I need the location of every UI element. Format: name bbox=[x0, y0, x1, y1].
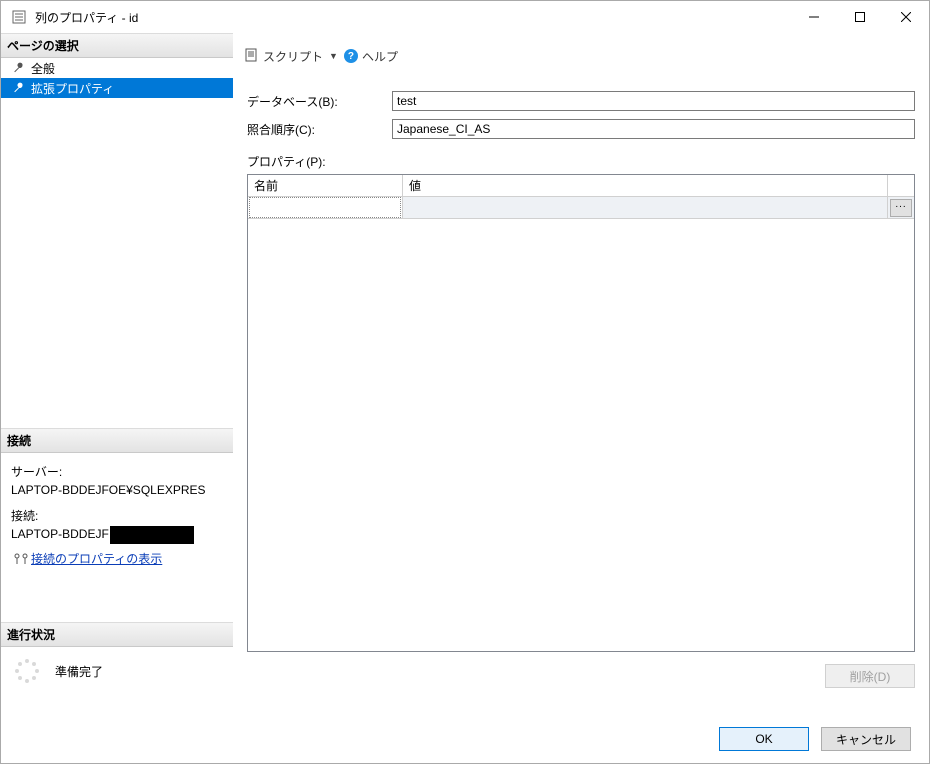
collation-label: 照合順序(C): bbox=[247, 121, 392, 138]
sidebar-item-general[interactable]: 全般 bbox=[1, 58, 233, 78]
progress-header: 進行状況 bbox=[1, 622, 233, 647]
wrench-icon bbox=[11, 82, 27, 94]
chevron-down-icon: ▼ bbox=[329, 51, 338, 61]
help-button[interactable]: ? ヘルプ bbox=[344, 48, 398, 65]
grid-col-name[interactable]: 名前 bbox=[248, 175, 403, 197]
delete-button: 削除(D) bbox=[825, 664, 915, 688]
view-connection-properties-link[interactable]: 接続のプロパティの表示 bbox=[31, 550, 162, 568]
page-select-header: ページの選択 bbox=[1, 33, 233, 58]
sidebar: ページの選択 全般 拡張プロパティ 接続 サーバー: bbox=[1, 33, 233, 715]
grid-header: 名前 値 bbox=[248, 175, 914, 197]
collation-row: 照合順序(C): bbox=[247, 119, 915, 139]
grid-col-spacer bbox=[888, 175, 914, 197]
database-label: データベース(B): bbox=[247, 93, 392, 110]
database-row: データベース(B): bbox=[247, 91, 915, 111]
dialog-window: 列のプロパティ - id ページの選択 全般 bbox=[0, 0, 930, 764]
main-panel: スクリプト ▼ ? ヘルプ データベース(B): 照合順序(C): プロパティ(… bbox=[233, 33, 929, 715]
progress-panel: 準備完了 bbox=[1, 647, 233, 715]
connection-props-icon bbox=[11, 553, 31, 565]
script-icon bbox=[245, 48, 259, 65]
connection-value: LAPTOP-BDDEJF bbox=[11, 525, 225, 544]
collation-field[interactable] bbox=[392, 119, 915, 139]
database-field[interactable] bbox=[392, 91, 915, 111]
connection-header: 接続 bbox=[1, 428, 233, 453]
titlebar: 列のプロパティ - id bbox=[1, 1, 929, 33]
view-connection-properties-row: 接続のプロパティの表示 bbox=[11, 550, 225, 568]
help-label: ヘルプ bbox=[362, 48, 398, 65]
grid-row[interactable]: ... bbox=[248, 197, 914, 219]
properties-grid[interactable]: 名前 値 ... bbox=[247, 174, 915, 652]
grid-col-value[interactable]: 値 bbox=[403, 175, 888, 197]
name-edit-cell[interactable] bbox=[249, 197, 401, 218]
connection-panel: サーバー: LAPTOP-BDDEJFOE¥SQLEXPRES 接続: LAPT… bbox=[1, 453, 233, 572]
sidebar-item-label: 全般 bbox=[31, 60, 55, 77]
content-area: ページの選択 全般 拡張プロパティ 接続 サーバー: bbox=[1, 33, 929, 715]
server-label: サーバー: bbox=[11, 463, 225, 481]
toolbar: スクリプト ▼ ? ヘルプ bbox=[233, 33, 929, 75]
progress-status: 準備完了 bbox=[55, 663, 103, 680]
dialog-footer: OK キャンセル bbox=[1, 715, 929, 763]
server-value: LAPTOP-BDDEJFOE¥SQLEXPRES bbox=[11, 481, 225, 499]
sidebar-item-label: 拡張プロパティ bbox=[31, 80, 114, 97]
connection-value-prefix: LAPTOP-BDDEJF bbox=[11, 527, 109, 541]
wrench-icon bbox=[11, 62, 27, 74]
ok-button[interactable]: OK bbox=[719, 727, 809, 751]
grid-cell-name[interactable] bbox=[248, 197, 403, 219]
script-label: スクリプト bbox=[263, 48, 323, 65]
grid-cell-action: ... bbox=[888, 197, 914, 219]
page-list: 全般 拡張プロパティ bbox=[1, 58, 233, 98]
connection-label: 接続: bbox=[11, 507, 225, 525]
ellipsis-button[interactable]: ... bbox=[890, 199, 912, 217]
help-icon: ? bbox=[344, 49, 358, 63]
grid-cell-value[interactable] bbox=[403, 197, 888, 219]
form-area: データベース(B): 照合順序(C): プロパティ(P): 名前 値 bbox=[233, 75, 929, 652]
minimize-button[interactable] bbox=[791, 1, 837, 33]
script-dropdown[interactable]: スクリプト ▼ bbox=[245, 48, 338, 65]
sidebar-item-extended-properties[interactable]: 拡張プロパティ bbox=[1, 78, 233, 98]
progress-spinner-icon bbox=[13, 657, 41, 685]
cancel-button[interactable]: キャンセル bbox=[821, 727, 911, 751]
properties-label: プロパティ(P): bbox=[247, 153, 915, 170]
maximize-button[interactable] bbox=[837, 1, 883, 33]
window-title: 列のプロパティ - id bbox=[35, 9, 138, 26]
redacted-block bbox=[110, 526, 194, 544]
close-button[interactable] bbox=[883, 1, 929, 33]
app-icon bbox=[11, 9, 27, 25]
delete-row: 削除(D) bbox=[233, 652, 929, 688]
